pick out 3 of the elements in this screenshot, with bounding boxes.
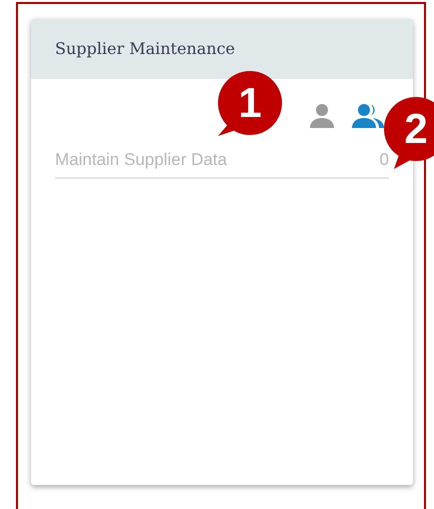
row-count: 0: [380, 149, 389, 171]
row-label: Maintain Supplier Data: [55, 149, 227, 171]
card-title: Supplier Maintenance: [55, 39, 236, 58]
